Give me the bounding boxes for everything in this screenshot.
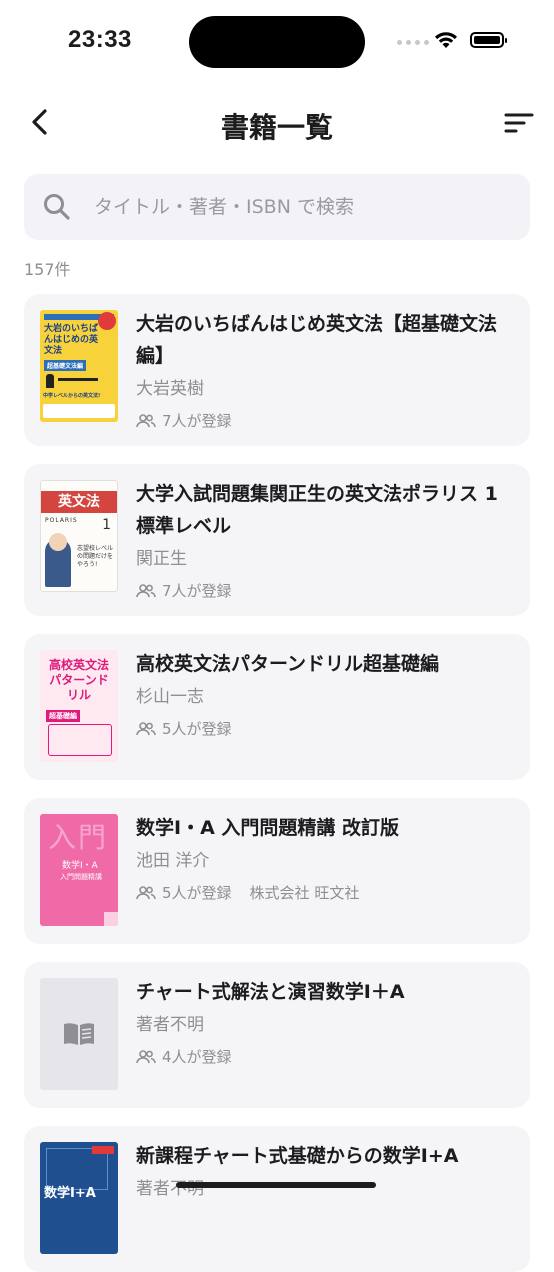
registered-count: 7人が登録 bbox=[162, 582, 232, 600]
book-title: 大岩のいちばんはじめ英文法【超基礎文法編】 bbox=[136, 313, 498, 367]
book-card[interactable]: チャート式解法と演習数学I＋A 著者不明 4人が登録 bbox=[24, 962, 530, 1108]
status-time: 23:33 bbox=[68, 26, 132, 53]
page-title: 書籍一覧 bbox=[220, 111, 333, 144]
people-icon bbox=[136, 583, 156, 597]
people-icon bbox=[136, 721, 156, 735]
book-cover: 高校英文法パターンドリル 超基礎編 bbox=[40, 650, 118, 762]
book-author: 著者不明 bbox=[136, 1179, 204, 1199]
people-icon bbox=[136, 413, 156, 427]
cover-heading: 高校英文法パターンドリル bbox=[48, 658, 109, 702]
book-author: 大岩英樹 bbox=[136, 379, 204, 399]
book-author: 著者不明 bbox=[136, 1015, 204, 1035]
book-title: 大学入試問題集関正生の英文法ポラリス 1 標準レベル bbox=[136, 483, 498, 537]
book-cover: 英文法 POLARIS 1 志望校レベルの問題だけをやろう! bbox=[40, 480, 118, 592]
book-title: 新課程チャート式基礎からの数学I+A bbox=[136, 1145, 459, 1167]
battery-icon bbox=[470, 32, 507, 48]
cover-subtitle: 数学Ⅰ・A bbox=[62, 861, 98, 871]
book-card[interactable]: 大岩のいちばんはじめの英文法 超基礎文法編 中学レベルからの英文法! 大岩のいち… bbox=[24, 294, 530, 446]
people-icon bbox=[136, 885, 156, 899]
search-icon bbox=[44, 194, 70, 220]
status-bar: 23:33 bbox=[0, 0, 554, 80]
home-indicator[interactable] bbox=[176, 1182, 376, 1188]
book-meta: 7人が登録 bbox=[136, 410, 514, 431]
book-cover: 数学Ⅰ+A bbox=[40, 1142, 118, 1254]
people-icon bbox=[136, 1049, 156, 1063]
cover-subtitle: 超基礎編 bbox=[46, 710, 80, 722]
cover-heading: 数学Ⅰ+A bbox=[44, 1186, 96, 1201]
book-title: 高校英文法パターンドリル超基礎編 bbox=[136, 653, 440, 675]
book-icon bbox=[64, 1023, 94, 1045]
book-cover-placeholder bbox=[40, 978, 118, 1090]
cover-tagline: 入門問題精講 bbox=[60, 873, 102, 881]
book-meta: 7人が登録 bbox=[136, 580, 514, 601]
book-card[interactable]: 高校英文法パターンドリル 超基礎編 高校英文法パターンドリル超基礎編 杉山一志 … bbox=[24, 634, 530, 780]
registered-count: 7人が登録 bbox=[162, 412, 232, 430]
book-card[interactable]: 入門 数学Ⅰ・A 入門問題精講 数学Ⅰ・A 入門問題精講 改訂版 池田 洋介 5… bbox=[24, 798, 530, 944]
book-title: チャート式解法と演習数学I＋A bbox=[136, 981, 405, 1003]
cover-number: 1 bbox=[102, 517, 111, 533]
dynamic-island bbox=[189, 16, 365, 68]
book-meta: 5人が登録 bbox=[136, 718, 514, 739]
cover-heading: 入門 bbox=[48, 821, 109, 854]
search-input[interactable] bbox=[94, 174, 514, 240]
book-meta: 5人が登録 株式会社 旺文社 bbox=[136, 882, 514, 903]
book-author: 関正生 bbox=[136, 549, 187, 569]
result-count: 157件 bbox=[24, 260, 71, 279]
cover-heading: 大岩のいちばんはじめの英文法 bbox=[44, 324, 99, 356]
book-cover: 入門 数学Ⅰ・A 入門問題精講 bbox=[40, 814, 118, 926]
nav-bar: 書籍一覧 bbox=[0, 96, 554, 152]
wifi-icon bbox=[435, 32, 457, 48]
sort-filter-button[interactable] bbox=[504, 110, 534, 136]
cover-subtitle: 超基礎文法編 bbox=[44, 360, 87, 371]
book-card[interactable]: 数学Ⅰ+A 新課程チャート式基礎からの数学I+A 著者不明 bbox=[24, 1126, 530, 1272]
book-author: 杉山一志 bbox=[136, 687, 204, 707]
cover-subtitle: POLARIS bbox=[45, 517, 78, 524]
registered-count: 5人が登録 bbox=[162, 720, 232, 738]
signal-icon bbox=[397, 40, 429, 45]
book-card[interactable]: 英文法 POLARIS 1 志望校レベルの問題だけをやろう! 大学入試問題集関正… bbox=[24, 464, 530, 616]
registered-count: 5人が登録 bbox=[162, 884, 232, 902]
cover-tagline: 志望校レベルの問題だけをやろう! bbox=[77, 545, 114, 568]
cover-heading: 英文法 bbox=[41, 491, 117, 513]
registered-count: 4人が登録 bbox=[162, 1048, 232, 1066]
cover-tagline: 中学レベルからの英文法! bbox=[43, 393, 101, 399]
book-publisher: 株式会社 旺文社 bbox=[249, 884, 360, 902]
book-meta: 4人が登録 bbox=[136, 1046, 514, 1067]
search-bar[interactable] bbox=[24, 174, 530, 240]
book-cover: 大岩のいちばんはじめの英文法 超基礎文法編 中学レベルからの英文法! bbox=[40, 310, 118, 422]
book-author: 池田 洋介 bbox=[136, 851, 210, 871]
book-title: 数学Ⅰ・A 入門問題精講 改訂版 bbox=[136, 817, 400, 839]
